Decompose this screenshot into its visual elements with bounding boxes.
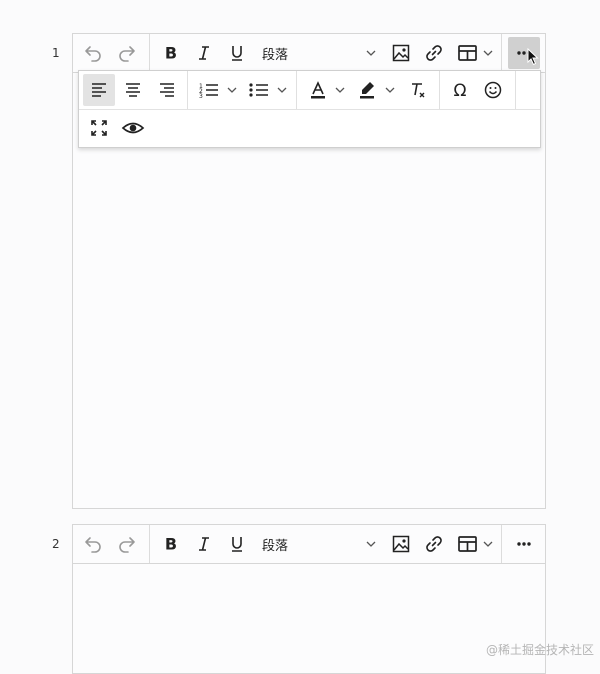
underline-icon[interactable] (222, 525, 252, 563)
emoji-icon[interactable] (478, 71, 508, 109)
italic-icon[interactable] (189, 525, 219, 563)
image-icon[interactable] (386, 525, 416, 563)
popup-row-1: 123 Ω (79, 71, 540, 110)
highlight-icon[interactable] (353, 71, 381, 109)
align-left-icon[interactable] (83, 74, 115, 106)
toolbar-separator (501, 525, 502, 563)
popup-row-2 (79, 109, 540, 147)
clear-format-icon[interactable] (403, 71, 433, 109)
undo-icon[interactable] (78, 34, 108, 72)
popup-separator (515, 71, 516, 109)
table-icon[interactable] (453, 525, 483, 563)
chevron-down-icon[interactable] (482, 525, 494, 563)
toolbar-separator (149, 34, 150, 72)
toolbar-separator (501, 34, 502, 72)
block-format-label: 段落 (262, 47, 289, 63)
bulleted-list-icon[interactable] (245, 71, 273, 109)
redo-icon[interactable] (112, 525, 142, 563)
svg-text:B: B (165, 44, 177, 63)
image-icon[interactable] (386, 34, 416, 72)
watermark: @稀土掘金技术社区 (485, 643, 594, 657)
popup-separator (187, 71, 188, 109)
link-icon[interactable] (419, 525, 449, 563)
chevron-down-icon[interactable] (482, 34, 494, 72)
link-icon[interactable] (419, 34, 449, 72)
svg-text:B: B (165, 535, 177, 554)
align-center-icon[interactable] (117, 71, 149, 109)
bold-icon[interactable]: B (156, 525, 186, 563)
fullscreen-icon[interactable] (83, 109, 115, 147)
line-number-1: 1 (52, 46, 60, 60)
line-number-2: 2 (52, 537, 60, 551)
chevron-down-icon[interactable] (365, 525, 377, 563)
editor-1-toolbar: B 段落 (73, 34, 545, 73)
numbered-list-icon[interactable]: 123 (195, 71, 223, 109)
mouse-cursor-icon (527, 47, 539, 70)
align-right-icon[interactable] (151, 71, 183, 109)
svg-text:3: 3 (199, 93, 203, 100)
editor-2-content[interactable] (73, 564, 545, 673)
block-format-label: 段落 (262, 538, 289, 554)
more-toolbar-popup: 123 Ω (78, 70, 541, 148)
undo-icon[interactable] (78, 525, 108, 563)
chevron-down-icon[interactable] (365, 34, 377, 72)
toolbar-separator (149, 525, 150, 563)
redo-icon[interactable] (112, 34, 142, 72)
italic-icon[interactable] (189, 34, 219, 72)
chevron-down-icon[interactable] (275, 71, 289, 109)
svg-text:Ω: Ω (454, 81, 467, 100)
chevron-down-icon[interactable] (225, 71, 239, 109)
block-format-select[interactable]: 段落 (262, 34, 372, 72)
block-format-select[interactable]: 段落 (262, 525, 372, 563)
popup-separator (296, 71, 297, 109)
underline-icon[interactable] (222, 34, 252, 72)
chevron-down-icon[interactable] (333, 71, 347, 109)
preview-icon[interactable] (117, 109, 149, 147)
chevron-down-icon[interactable] (383, 71, 397, 109)
more-button[interactable] (509, 525, 539, 563)
editor-2: B 段落 (72, 524, 546, 674)
popup-separator (439, 71, 440, 109)
table-icon[interactable] (453, 34, 483, 72)
special-char-icon[interactable]: Ω (445, 71, 475, 109)
editor-2-toolbar: B 段落 (73, 525, 545, 564)
text-color-icon[interactable] (304, 71, 332, 109)
bold-icon[interactable]: B (156, 34, 186, 72)
